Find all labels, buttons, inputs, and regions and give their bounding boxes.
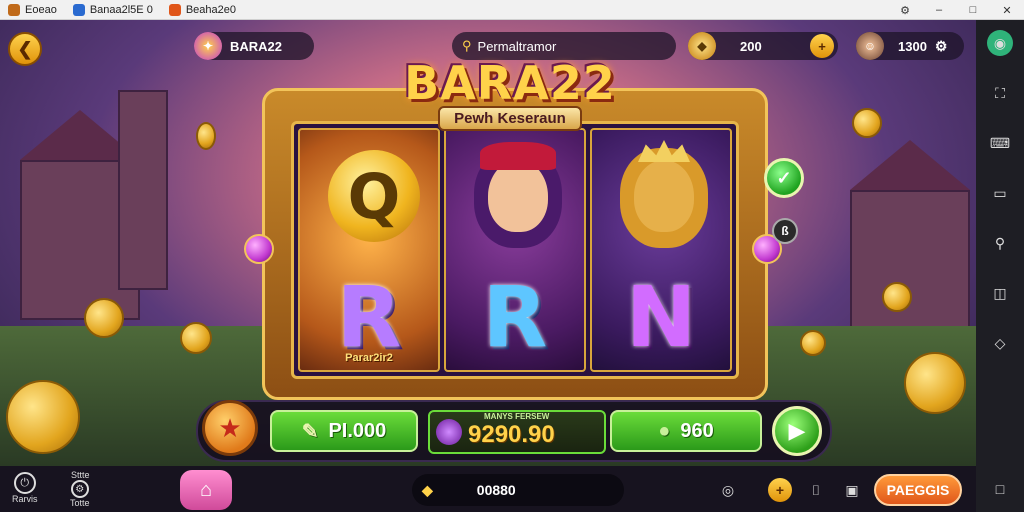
coin-decoration — [180, 322, 212, 354]
tab-app-2[interactable]: Beaha2e0 — [161, 0, 244, 20]
reels-container: Q R Parar2ir2 R N — [291, 121, 739, 379]
player-avatar[interactable]: ☺ — [856, 32, 884, 60]
tab-label: Eoeao — [25, 3, 57, 16]
pirate-woman-symbol — [468, 140, 568, 250]
camera-icon[interactable]: ◫ — [987, 280, 1013, 306]
fullscreen-icon[interactable]: ⛶ — [987, 80, 1013, 106]
nav-label: Sttte — [71, 470, 90, 480]
game-name-pill[interactable]: ✦ BARA22 — [194, 32, 314, 60]
coin-counter: ◆ 200 + — [688, 32, 838, 60]
payout-display[interactable]: ● 960 — [610, 410, 762, 452]
home-icon: ⌂ — [199, 478, 213, 501]
play-icon: ▶ — [788, 418, 806, 443]
location-icon[interactable]: ⚲ — [987, 230, 1013, 256]
background-tower — [118, 90, 168, 290]
settings-gear-icon[interactable]: ⚙ — [935, 38, 948, 55]
nav-power[interactable]: ⏻ Rarvis — [12, 472, 38, 504]
coin-icon: ◆ — [688, 32, 716, 60]
cat-mascot-icon — [436, 419, 462, 445]
coin-decoration — [852, 108, 882, 138]
coin-decoration — [6, 380, 80, 454]
location-icon[interactable]: ◎ — [716, 478, 740, 502]
screenshot-icon[interactable]: ▣ — [840, 478, 864, 502]
background-house — [850, 190, 970, 340]
tab-label: Beaha2e0 — [185, 3, 236, 16]
back-button[interactable]: ❮ — [8, 32, 42, 66]
reel-caption: Parar2ir2 — [345, 352, 393, 364]
add-coins-button[interactable]: + — [810, 34, 834, 58]
square-icon[interactable]: □ — [987, 476, 1013, 502]
confirm-button[interactable]: ✓ — [764, 158, 804, 198]
symbol-q: Q — [328, 150, 420, 242]
queen-symbol — [614, 140, 714, 250]
tab-app-1[interactable]: Banaa2l5E 0 — [65, 0, 161, 20]
center-value: 00880 — [476, 482, 516, 498]
symbol-letter-r: R — [482, 268, 548, 366]
gem-left — [244, 234, 274, 264]
coin-decoration — [882, 282, 912, 312]
home-button[interactable]: ⌂ — [180, 470, 232, 510]
coin-decoration — [196, 122, 216, 150]
emulator-sidebar: ◉ ⛶ ⌨ ▭ ⚲ ◫ ◇ □ — [976, 20, 1024, 512]
game-name: BARA22 — [230, 38, 283, 54]
keyboard-icon[interactable]: ⌨ — [987, 130, 1013, 156]
tab-label: Banaa2l5E 0 — [89, 3, 153, 16]
power-icon: ⏻ — [13, 472, 36, 494]
game-logo: BARA22 Pewh Keseraun — [380, 56, 640, 131]
reel-1: Q R Parar2ir2 — [298, 128, 440, 372]
screen-icon[interactable]: ▭ — [987, 180, 1013, 206]
win-label: MANYS FERSEW — [484, 412, 550, 421]
bonus-star-button[interactable]: ★ — [202, 400, 258, 456]
slot-machine-frame: Q R Parar2ir2 R N — [262, 88, 768, 400]
maximize-button[interactable]: □ — [956, 0, 990, 20]
background-house-roof — [850, 140, 970, 190]
add-button[interactable]: + — [768, 478, 792, 502]
frame-icon[interactable]: ⌷ — [804, 478, 828, 502]
game-icon — [8, 3, 20, 16]
nav-label: Totte — [70, 498, 90, 508]
promo-text: Permaltramor — [477, 38, 557, 54]
app-icon — [168, 3, 181, 16]
nav-settings[interactable]: Sttte ⚙ Totte — [70, 470, 90, 508]
win-value: 9290.90 — [468, 421, 555, 448]
coin-decoration — [84, 298, 124, 338]
browser-tab-bar: Eoeao Banaa2l5E 0 Beaha2e0 ⚙ – □ ✕ — [0, 0, 1024, 20]
bet-value: PI.000 — [328, 419, 387, 442]
logo-title: BARA22 — [404, 56, 616, 110]
payout-value: 960 — [680, 419, 714, 442]
coin-decoration — [904, 352, 966, 414]
game-avatar-icon: ✦ — [194, 32, 222, 60]
nav-label: Rarvis — [12, 494, 38, 504]
settings-icon[interactable]: ⚙ — [888, 0, 922, 20]
coin-icon: ◆ — [422, 481, 433, 498]
coin-decoration — [800, 330, 826, 356]
minimize-button[interactable]: – — [922, 0, 956, 20]
reel-2: R — [444, 128, 586, 372]
info-badge[interactable]: ß — [772, 218, 798, 244]
symbol-letter-n: N — [625, 268, 697, 366]
bet-display[interactable]: ✎ PI.000 — [270, 410, 418, 452]
logo-subtitle: Pewh Keseraun — [438, 106, 582, 131]
app-icon — [72, 3, 85, 16]
star-icon: ★ — [218, 412, 242, 443]
check-icon: ✓ — [776, 167, 792, 188]
shake-icon[interactable]: ◇ — [987, 330, 1013, 356]
gem-small-icon: ● — [658, 419, 671, 442]
player-balance-pill: ☺ 1300 ⚙ — [856, 32, 964, 60]
chevron-left-icon: ❮ — [17, 38, 33, 59]
spin-button[interactable]: ▶ — [772, 406, 822, 456]
tab-game[interactable]: Eoeao — [0, 0, 65, 20]
coin-count: 200 — [740, 38, 762, 54]
window-controls: ⚙ – □ ✕ — [888, 0, 1024, 20]
close-button[interactable]: ✕ — [990, 0, 1024, 20]
location-pin-icon: ⚲ — [462, 38, 472, 53]
settings-icon: ⚙ — [70, 480, 89, 498]
user-icon[interactable]: ◉ — [987, 30, 1013, 56]
center-balance: ◆ 00880 — [412, 474, 624, 506]
player-balance: 1300 — [898, 38, 927, 54]
pencil-icon: ✎ — [301, 420, 319, 443]
reel-3: N — [590, 128, 732, 372]
primary-action-button[interactable]: PAEGGIS — [874, 474, 962, 506]
